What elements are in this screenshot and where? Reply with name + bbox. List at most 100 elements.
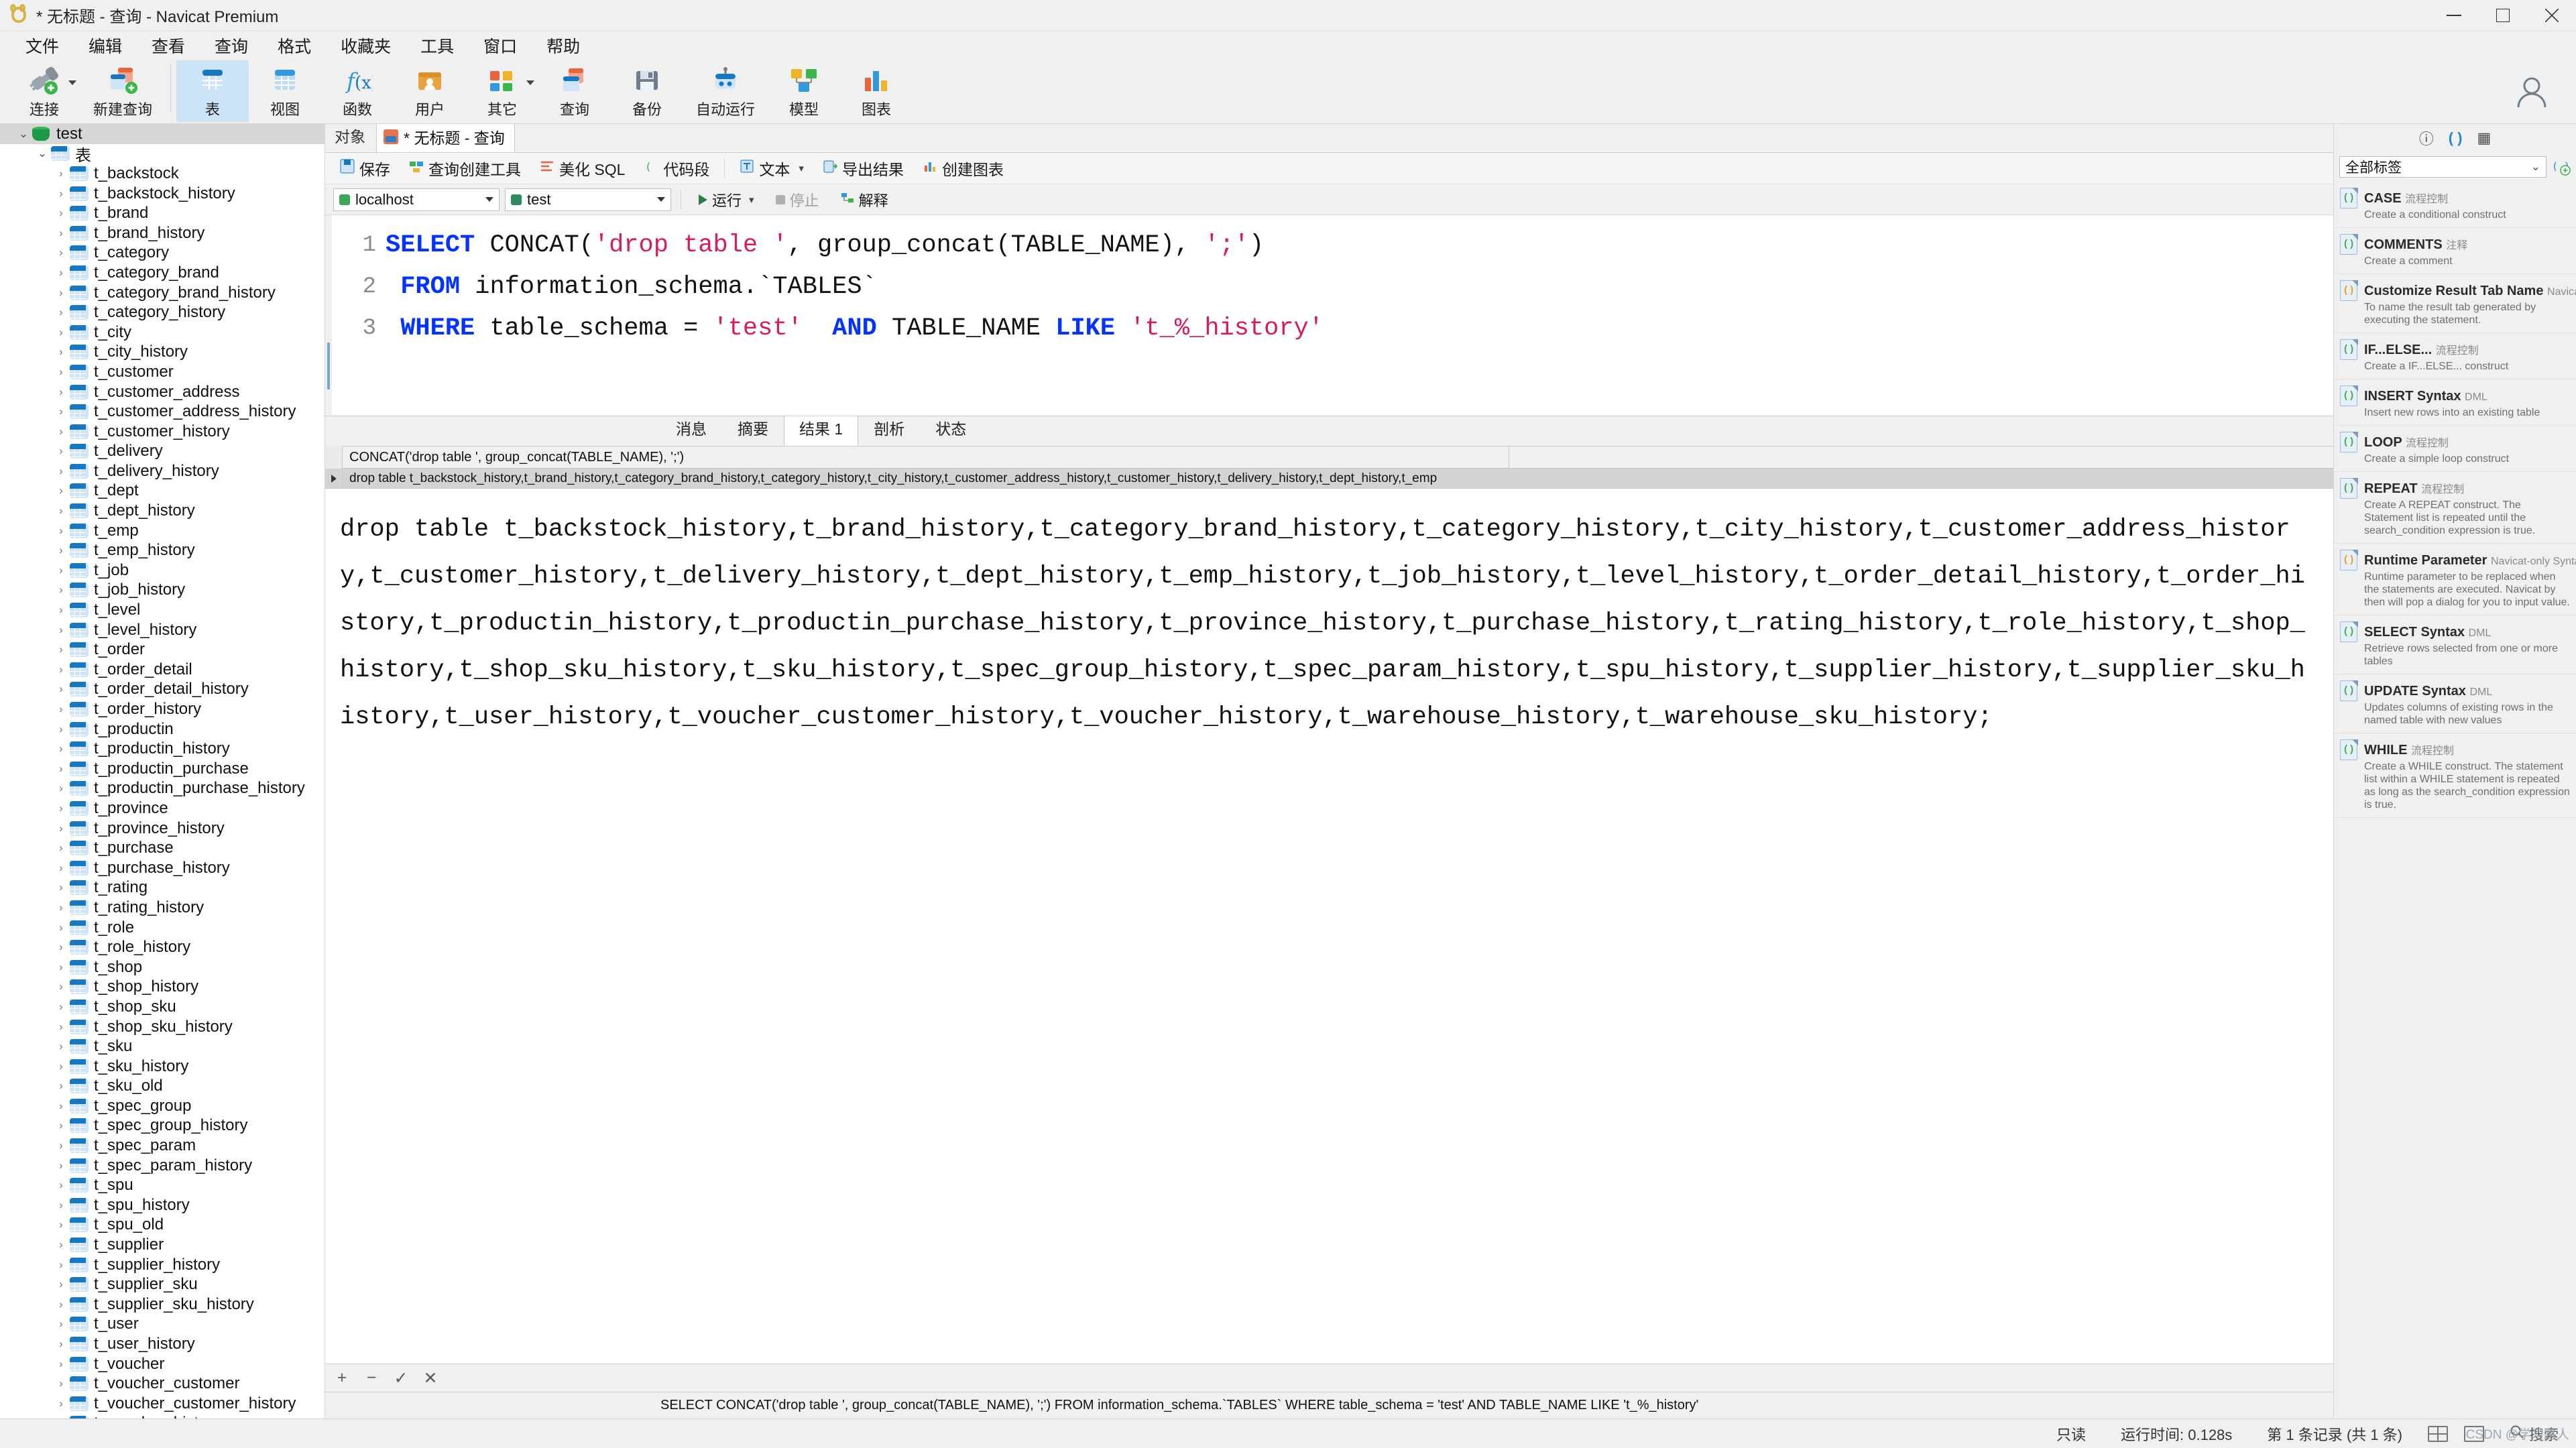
- tree-table-item[interactable]: › t_brand: [0, 203, 325, 223]
- chevron-right-icon[interactable]: ›: [52, 1040, 70, 1053]
- tree-table-item[interactable]: › t_rating_history: [0, 898, 325, 918]
- tree-table-item[interactable]: › t_productin_purchase_history: [0, 779, 325, 799]
- chevron-right-icon[interactable]: ›: [52, 941, 70, 954]
- result-value-viewer[interactable]: drop table t_backstock_history,t_brand_h…: [325, 489, 2333, 1364]
- snippet-list[interactable]: ( ) CASE 流程控制 Create a conditional constru…: [2334, 182, 2576, 1419]
- tree-table-item[interactable]: › t_category_history: [0, 302, 325, 322]
- tree-table-item[interactable]: › t_dept: [0, 481, 325, 501]
- tree-table-item[interactable]: › t_shop: [0, 957, 325, 977]
- snippet-item[interactable]: ( ) UPDATE Syntax DML Updates columns of e…: [2334, 674, 2576, 733]
- tree-table-item[interactable]: › t_supplier_sku: [0, 1274, 325, 1294]
- chevron-right-icon[interactable]: ›: [52, 822, 70, 835]
- tree-table-item[interactable]: › t_customer_history: [0, 422, 325, 442]
- avatar[interactable]: [2513, 72, 2551, 110]
- chevron-right-icon[interactable]: ›: [52, 544, 70, 557]
- tree-scroll-area[interactable]: ⌄ test ⌄ 表 › t_backstock › t_backstock_history ›…: [0, 124, 325, 1419]
- chevron-right-icon[interactable]: ›: [52, 286, 70, 300]
- chevron-right-icon[interactable]: ›: [52, 1358, 70, 1371]
- chevron-down-icon-tag[interactable]: ⌄: [2531, 160, 2540, 174]
- tree-table-item[interactable]: › t_supplier_history: [0, 1255, 325, 1275]
- snippet-item[interactable]: ( ) Runtime Parameter Navicat-only Syntax…: [2334, 544, 2576, 615]
- tree-table-item[interactable]: › t_role_history: [0, 937, 325, 957]
- tree-table-item[interactable]: › t_delivery: [0, 442, 325, 462]
- tree-table-item[interactable]: › t_category_brand_history: [0, 283, 325, 303]
- snippet-item[interactable]: ( ) WHILE 流程控制 Create a WHILE construct. T…: [2334, 733, 2576, 818]
- chevron-right-icon[interactable]: ›: [52, 1119, 70, 1132]
- chevron-right-icon[interactable]: ›: [52, 1199, 70, 1212]
- explain-button[interactable]: 解释: [833, 186, 896, 213]
- stop-button[interactable]: 停止: [768, 186, 827, 213]
- tree-table-item[interactable]: › t_shop_history: [0, 977, 325, 998]
- tree-table-item[interactable]: › t_level: [0, 600, 325, 620]
- toolbar-other[interactable]: 其它: [466, 60, 538, 122]
- chevron-right-icon[interactable]: ›: [52, 1377, 70, 1390]
- tree-table-item[interactable]: › t_customer_address_history: [0, 402, 325, 422]
- snippet-tag-select[interactable]: 全部标签 ⌄: [2339, 156, 2546, 178]
- tree-table-item[interactable]: › t_customer_address: [0, 382, 325, 402]
- text-button[interactable]: 文本 ▾: [731, 154, 812, 182]
- tree-table-item[interactable]: › t_emp_history: [0, 540, 325, 560]
- tree-table-item[interactable]: › t_job: [0, 560, 325, 581]
- tree-table-item[interactable]: › t_purchase_history: [0, 858, 325, 878]
- tree-table-item[interactable]: › t_backstock: [0, 164, 325, 184]
- grid-cell-value[interactable]: drop table t_backstock_history,t_brand_h…: [343, 471, 1509, 486]
- tree-table-item[interactable]: › t_user_history: [0, 1334, 325, 1354]
- snippet-item[interactable]: ( ) REPEAT 流程控制 Create A REPEAT construct.…: [2334, 472, 2576, 544]
- toolbar-automation[interactable]: 自动运行: [683, 60, 768, 122]
- chevron-down-icon[interactable]: ⌄: [34, 147, 51, 160]
- grid-icon[interactable]: ▦: [2477, 129, 2491, 147]
- tree-table-item[interactable]: › t_province: [0, 798, 325, 819]
- chevron-right-icon[interactable]: ›: [52, 1060, 70, 1073]
- chevron-right-icon[interactable]: ›: [52, 1278, 70, 1291]
- query-builder-button[interactable]: 查询创建工具: [401, 154, 529, 182]
- tree-table-item[interactable]: ›t_voucher_history: [0, 1414, 325, 1419]
- tree-table-item[interactable]: › t_supplier_sku_history: [0, 1294, 325, 1315]
- snippet-item[interactable]: ( ) CASE 流程控制 Create a conditional constru…: [2334, 182, 2576, 228]
- tree-table-item[interactable]: › t_sku_old: [0, 1077, 325, 1097]
- chevron-right-icon[interactable]: ›: [52, 663, 70, 676]
- chevron-right-icon[interactable]: ›: [52, 444, 70, 458]
- snippet-icon[interactable]: ( ): [2449, 129, 2463, 147]
- chevron-right-icon[interactable]: ›: [52, 187, 70, 200]
- navigation-tree[interactable]: ⌄ test ⌄ 表 › t_backstock › t_backstock_history ›…: [0, 124, 325, 1419]
- chevron-right-icon[interactable]: ›: [52, 206, 70, 220]
- chevron-right-icon[interactable]: ›: [52, 782, 70, 795]
- chevron-right-icon[interactable]: ›: [52, 1337, 70, 1351]
- sql-line[interactable]: FROM information_schema.`TABLES`: [386, 266, 2333, 308]
- chevron-right-icon[interactable]: ›: [52, 861, 70, 875]
- chevron-right-icon[interactable]: ›: [52, 564, 70, 577]
- tree-table-item[interactable]: › t_role: [0, 918, 325, 938]
- sql-editor[interactable]: 1 2 3 SELECT CONCAT('drop table ', group_c…: [325, 215, 2333, 416]
- tree-table-item[interactable]: › t_rating: [0, 878, 325, 898]
- tree-table-item[interactable]: › t_category: [0, 243, 325, 263]
- toolbar-model[interactable]: 模型: [768, 60, 840, 122]
- menu-view[interactable]: 查看: [137, 30, 200, 61]
- menu-window[interactable]: 窗口: [469, 30, 532, 61]
- tree-table-item[interactable]: › t_user: [0, 1315, 325, 1335]
- tree-table-item[interactable]: › t_delivery_history: [0, 461, 325, 481]
- tree-table-item[interactable]: › t_shop_sku_history: [0, 1017, 325, 1037]
- snippet-item[interactable]: ( ) SELECT Syntax DML Retrieve rows select…: [2334, 615, 2576, 674]
- chevron-right-icon[interactable]: ›: [52, 1020, 70, 1034]
- tree-table-item[interactable]: › t_spec_param: [0, 1136, 325, 1156]
- chevron-right-icon[interactable]: ›: [52, 365, 70, 379]
- tree-connection-test[interactable]: ⌄ test: [0, 124, 325, 144]
- chevron-right-icon[interactable]: ›: [52, 1099, 70, 1113]
- chevron-down-icon-db[interactable]: [657, 197, 665, 202]
- tree-table-item[interactable]: › t_province_history: [0, 819, 325, 839]
- chevron-right-icon[interactable]: ›: [52, 1179, 70, 1192]
- apply-change-icon[interactable]: ✓: [392, 1368, 410, 1388]
- chevron-right-icon[interactable]: ›: [52, 227, 70, 240]
- info-icon[interactable]: ⓘ: [2419, 127, 2434, 149]
- beautify-sql-button[interactable]: 美化 SQL: [532, 154, 633, 182]
- chevron-right-icon[interactable]: ›: [52, 703, 70, 716]
- tree-table-item[interactable]: › t_spu_history: [0, 1195, 325, 1215]
- menu-file[interactable]: 文件: [11, 30, 74, 61]
- tree-table-item[interactable]: › t_category_brand: [0, 263, 325, 283]
- server-select[interactable]: localhost: [333, 188, 500, 211]
- run-button[interactable]: 运行 ▾: [691, 186, 762, 213]
- toolbar-function[interactable]: f (x) 函数: [321, 60, 394, 122]
- menu-format[interactable]: 格式: [263, 30, 326, 61]
- chevron-right-icon[interactable]: ›: [52, 583, 70, 597]
- tree-table-item[interactable]: › t_voucher_customer_history: [0, 1394, 325, 1414]
